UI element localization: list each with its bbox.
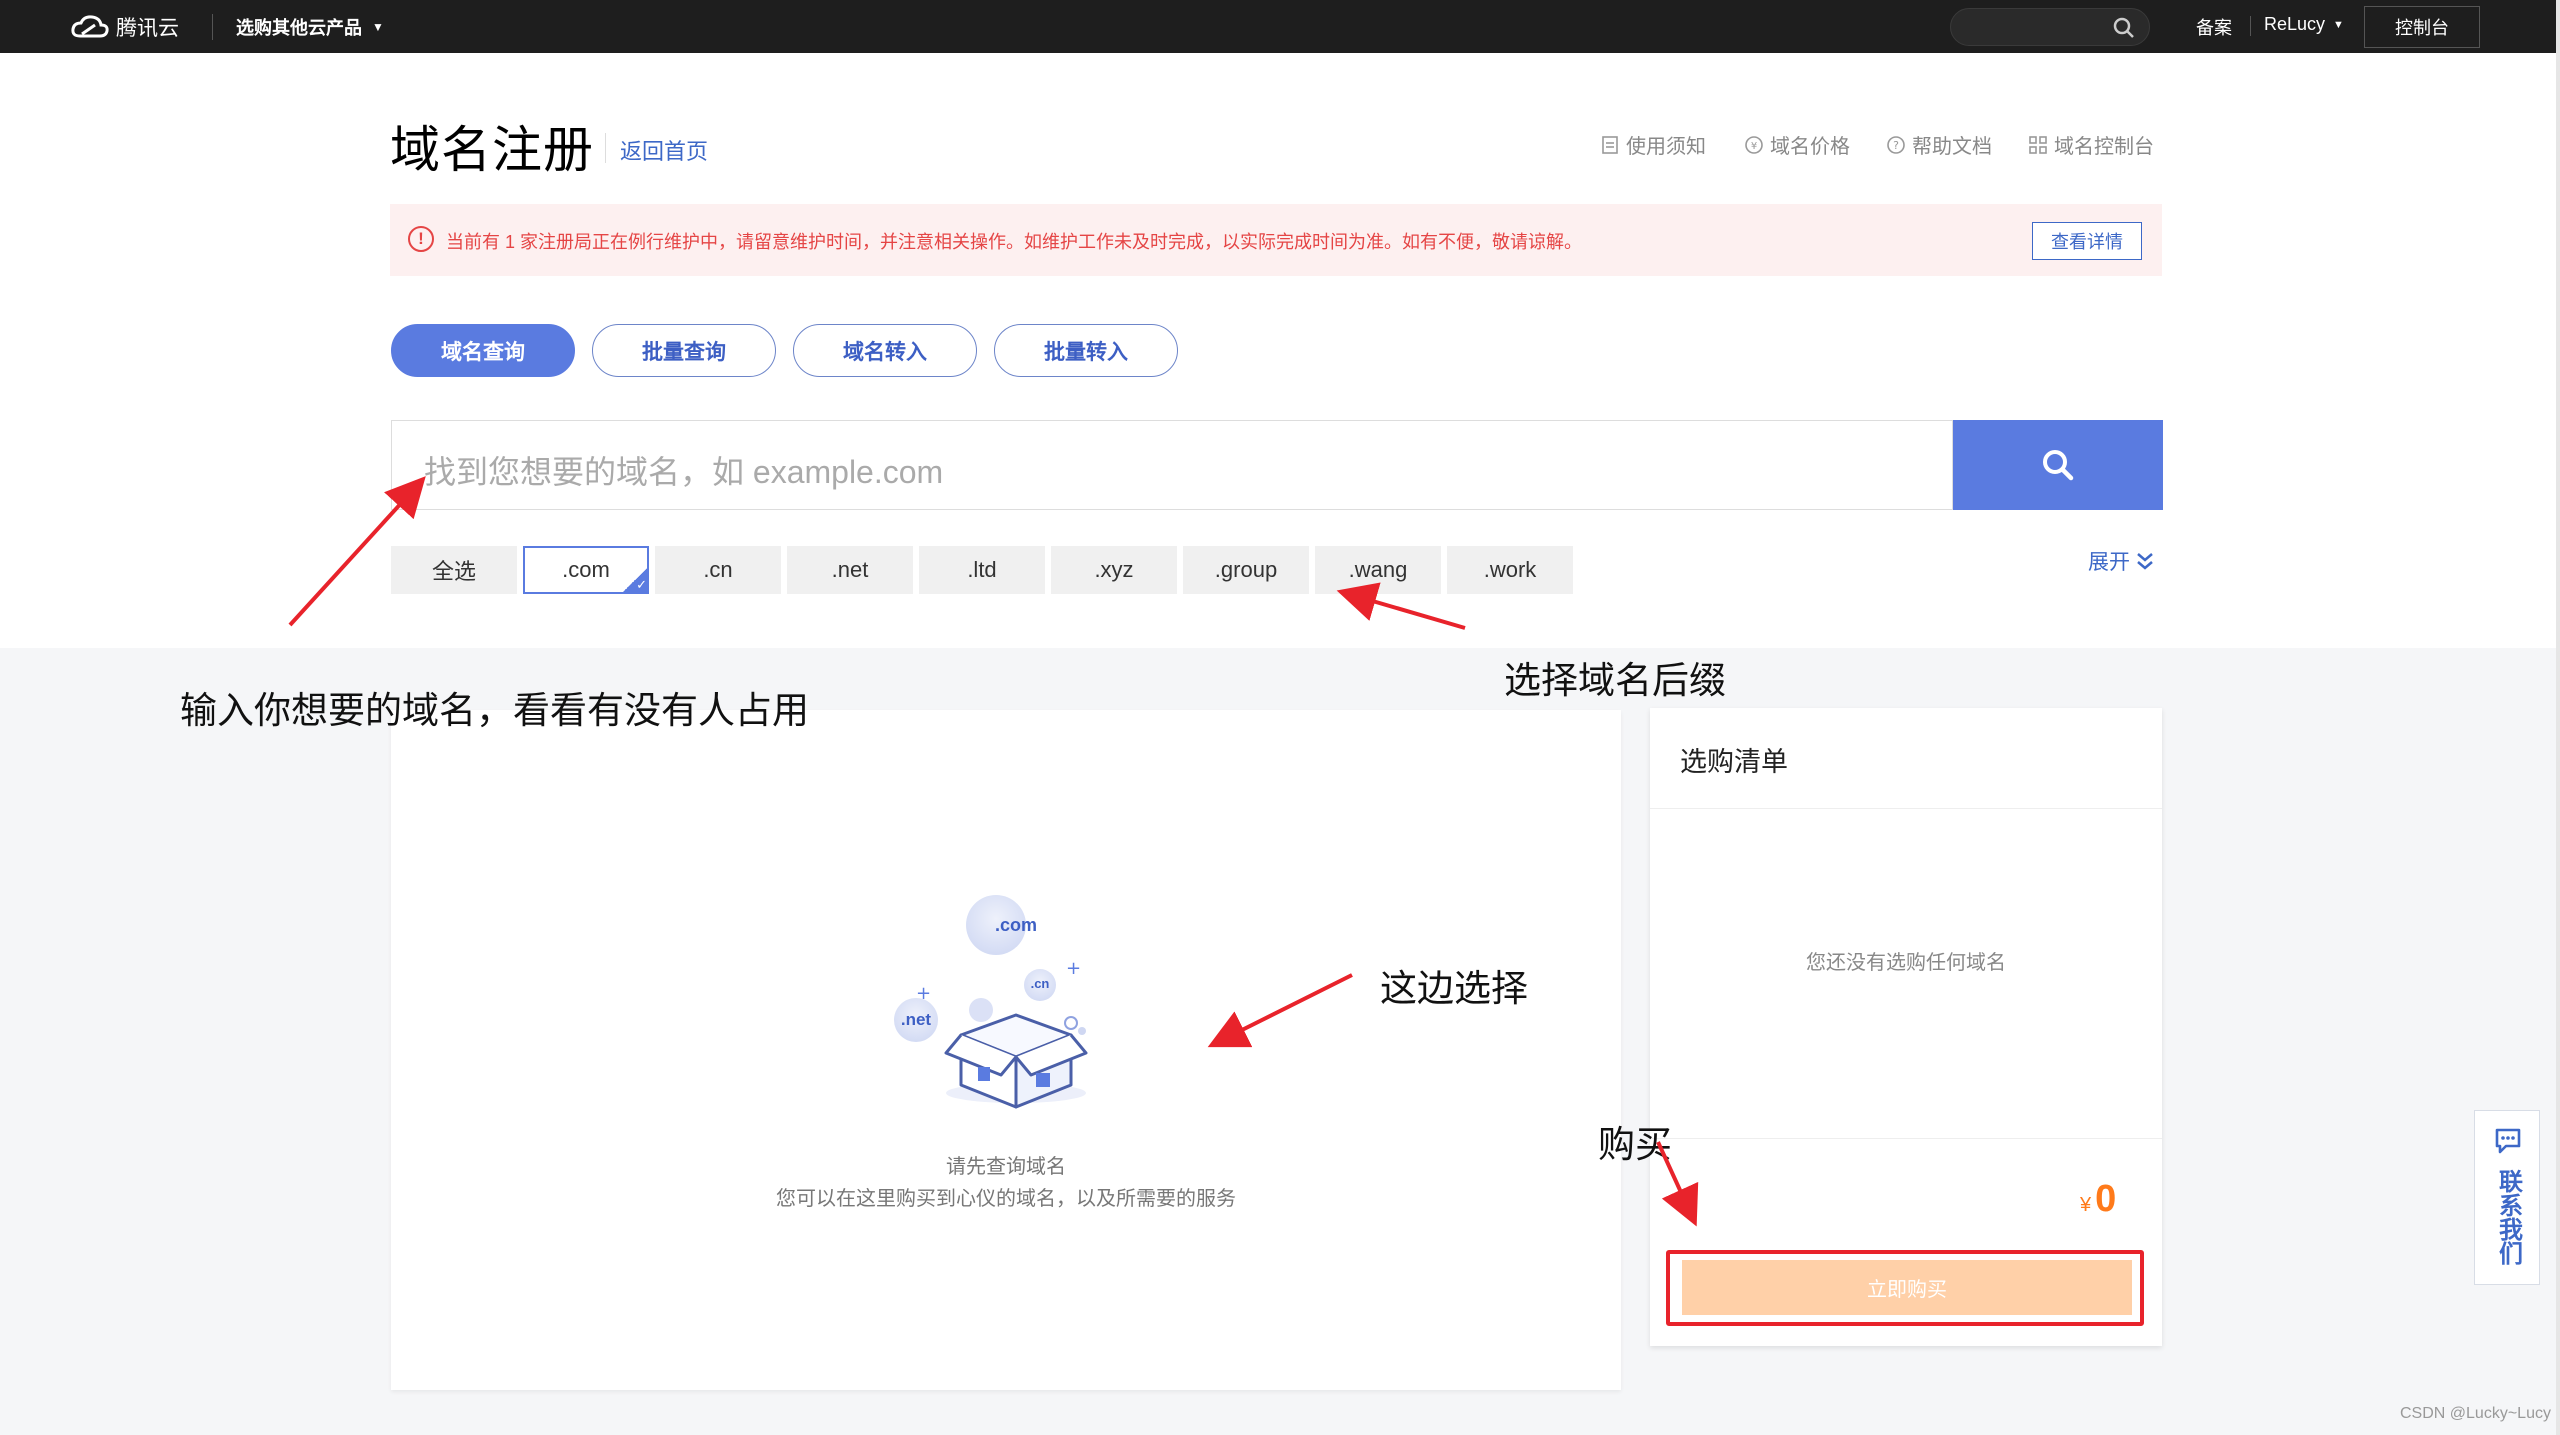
caret-down-icon: ▼ [2333, 18, 2344, 31]
expand-suffixes-button[interactable]: 展开 [2088, 546, 2154, 576]
domain-price-label: 域名价格 [1770, 136, 1850, 158]
logo-text: 腾讯云 [116, 17, 179, 40]
search-icon [2113, 17, 2134, 38]
search-icon [2043, 450, 2074, 481]
suffix-work[interactable]: .work [1447, 546, 1573, 594]
suffix-com[interactable]: .com ✓ [523, 546, 649, 594]
user-name: ReLucy [2264, 14, 2326, 34]
arrow-to-suffix [1336, 582, 1466, 630]
cart-divider [1650, 808, 2162, 809]
document-icon [1602, 135, 1618, 154]
cart-empty-text: 您还没有选购任何域名 [1806, 952, 2006, 974]
tencent-cloud-logo[interactable]: 腾讯云 [70, 12, 179, 42]
suffix-group[interactable]: .group [1183, 546, 1309, 594]
tab-batch-transfer[interactable]: 批量转入 [994, 324, 1178, 377]
expand-label: 展开 [2088, 551, 2130, 574]
cart-divider [1650, 1138, 2162, 1139]
price-icon: ¥ [1745, 135, 1763, 154]
contact-us-float[interactable]: 联系我们 [2474, 1110, 2540, 1285]
tab-batch-query[interactable]: 批量查询 [592, 324, 776, 377]
bubble-net-label: .net [900, 1010, 932, 1029]
grid-icon [2029, 135, 2047, 154]
results-panel: + + .com .cn .net [391, 710, 1621, 1390]
topbar-divider [2250, 16, 2251, 36]
cart-title: 选购清单 [1680, 747, 1788, 777]
page-title: 域名注册 [390, 122, 594, 178]
cloud-logo-icon [71, 15, 109, 38]
maintenance-notice: ! 当前有 1 家注册局正在例行维护中，请留意维护时间，并注意相关操作。如维护工… [390, 204, 2162, 276]
empty-state-title: 请先查询域名 [946, 1156, 1066, 1178]
topbar-search-input[interactable] [1950, 8, 2150, 46]
bubble-com-label: .com [994, 915, 1037, 935]
notice-text: 当前有 1 家注册局正在例行维护中，请留意维护时间，并注意相关操作。如维护工作未… [446, 232, 1583, 252]
double-chevron-down-icon [2137, 553, 2153, 570]
suffix-wang[interactable]: .wang [1315, 546, 1441, 594]
currency-symbol: ¥ [2080, 1194, 2092, 1216]
other-products-menu[interactable]: 选购其他云产品 ▼ [236, 14, 384, 40]
bubble-cn-label: .cn [1030, 976, 1050, 991]
usage-notice-link[interactable]: 使用须知 [1600, 130, 1706, 159]
domain-console-link[interactable]: 域名控制台 [2028, 130, 2154, 159]
buy-button-highlight-frame [1666, 1250, 2144, 1326]
usage-notice-label: 使用须知 [1626, 136, 1706, 158]
domain-console-label: 域名控制台 [2054, 136, 2154, 158]
domain-price-link[interactable]: ¥ 域名价格 [1744, 130, 1850, 159]
console-button[interactable]: 控制台 [2364, 6, 2480, 48]
help-docs-link[interactable]: ? 帮助文档 [1886, 130, 1992, 159]
svg-text:¥: ¥ [1751, 141, 1757, 152]
svg-text:+: + [1066, 958, 1081, 979]
view-details-button[interactable]: 查看详情 [2032, 222, 2142, 260]
annotation-buy-hint: 购买 [1598, 1124, 1672, 1165]
checkmark-icon: ✓ [621, 566, 647, 592]
domain-search-input[interactable]: 找到您想要的域名，如 example.com [391, 420, 1953, 510]
top-navigation-bar: 腾讯云 选购其他云产品 ▼ 备案 ReLucy ▼ 控制台 [0, 0, 2556, 53]
help-docs-label: 帮助文档 [1912, 136, 1992, 158]
page-scrollbar[interactable] [2556, 0, 2560, 1435]
question-icon: ? [1887, 135, 1905, 154]
annotation-select-hint: 这边选择 [1380, 968, 1528, 1009]
annotation-input-hint: 输入你想要的域名，看看有没有人占用 [180, 690, 809, 731]
watermark: CSDN @Lucky~Lucy [2400, 1405, 2551, 1422]
topbar-divider [212, 14, 213, 40]
suffix-label: .com [562, 557, 610, 582]
user-menu[interactable]: ReLucy ▼ [2264, 14, 2344, 35]
search-placeholder: 找到您想要的域名，如 example.com [424, 454, 944, 490]
cart-total: ¥ 0 [2080, 1178, 2116, 1221]
tab-domain-transfer[interactable]: 域名转入 [793, 324, 977, 377]
suffix-cn[interactable]: .cn [655, 546, 781, 594]
warning-icon: ! [408, 226, 434, 252]
annotation-suffix-hint: 选择域名后缀 [1504, 660, 1726, 701]
total-amount: 0 [2095, 1178, 2117, 1220]
back-home-link[interactable]: 返回首页 [620, 134, 708, 166]
other-products-label: 选购其他云产品 [236, 18, 362, 38]
tab-domain-query[interactable]: 域名查询 [391, 324, 575, 377]
suffix-net[interactable]: .net [787, 546, 913, 594]
caret-down-icon: ▼ [372, 20, 384, 34]
svg-text:+: + [916, 983, 931, 1004]
beian-link[interactable]: 备案 [2196, 14, 2232, 40]
chat-icon [2495, 1128, 2521, 1154]
suffix-xyz[interactable]: .xyz [1051, 546, 1177, 594]
suffix-select-all[interactable]: 全选 [391, 546, 517, 594]
contact-us-label: 联系我们 [2494, 1169, 2522, 1265]
search-button[interactable] [1953, 420, 2163, 510]
svg-text:?: ? [1893, 139, 1899, 152]
empty-state-description: 您可以在这里购买到心仪的域名，以及所需要的服务 [776, 1188, 1236, 1210]
title-divider [605, 133, 606, 163]
suffix-ltd[interactable]: .ltd [919, 546, 1045, 594]
